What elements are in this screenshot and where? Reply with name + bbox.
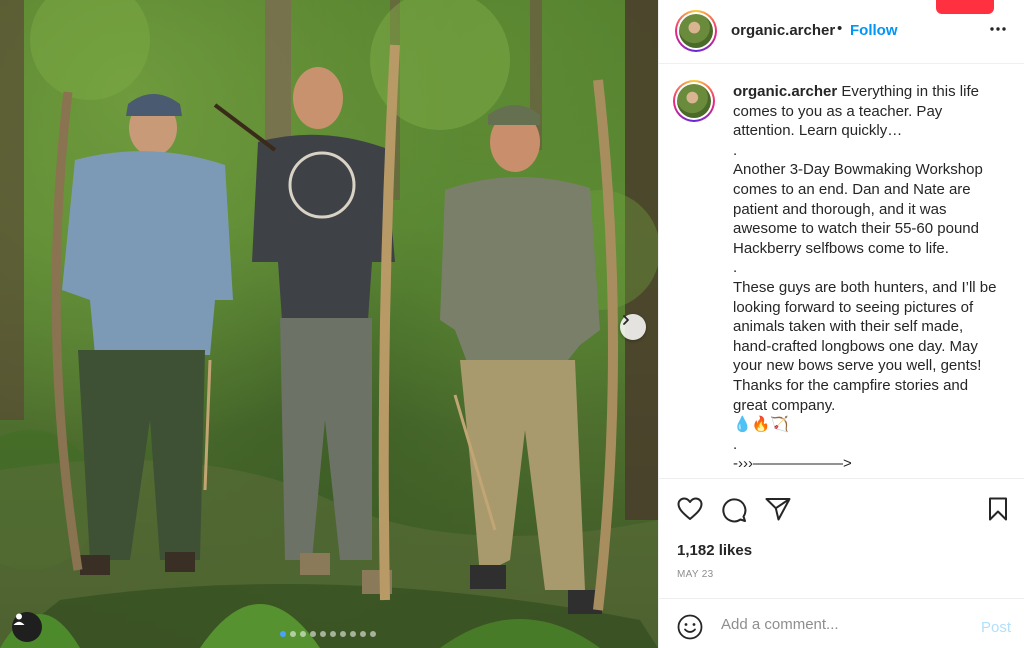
caption-section: organic.archer Everything in this life c…: [659, 66, 1024, 478]
more-options-button[interactable]: [989, 20, 1007, 43]
post-photo[interactable]: [0, 0, 658, 648]
emoji-button[interactable]: [677, 614, 703, 645]
like-button[interactable]: [677, 497, 703, 526]
tagged-users-button[interactable]: [12, 612, 42, 642]
caption-username[interactable]: organic.archer: [733, 83, 837, 100]
carousel-dot: [370, 631, 376, 637]
caption-text: organic.archer Everything in this life c…: [733, 82, 1003, 474]
comment-input[interactable]: [721, 613, 961, 635]
follow-button[interactable]: Follow: [850, 22, 898, 39]
header-avatar[interactable]: [675, 10, 717, 52]
carousel-dot: [340, 631, 346, 637]
carousel-next-button[interactable]: [620, 314, 646, 340]
carousel-dot: [360, 631, 366, 637]
carousel-dot: [280, 631, 286, 637]
header-separator: •: [837, 20, 843, 37]
carousel-dot: [330, 631, 336, 637]
heart-icon: [677, 497, 703, 520]
post-comment-button[interactable]: Post: [981, 619, 1011, 636]
more-horizontal-icon: [990, 27, 1006, 31]
person-icon: [13, 613, 25, 625]
forest-scene: [0, 0, 658, 648]
post-details-panel: organic.archer • Follow organic.archer E…: [658, 0, 1024, 648]
likes-count[interactable]: 1,182 likes: [677, 542, 752, 559]
paper-plane-icon: [765, 498, 791, 521]
header-username[interactable]: organic.archer: [731, 22, 835, 39]
comment-icon: [722, 498, 747, 523]
caption-body: Everything in this life comes to you as …: [733, 83, 997, 473]
carousel-indicator: [280, 631, 376, 637]
post-actions: 1,182 likes MAY 23: [659, 478, 1024, 598]
comment-button[interactable]: [721, 497, 747, 528]
share-button[interactable]: [765, 497, 791, 526]
chevron-right-icon: [623, 315, 629, 325]
carousel-dot: [300, 631, 306, 637]
carousel-dot: [350, 631, 356, 637]
carousel-dot: [310, 631, 316, 637]
bookmark-icon: [989, 497, 1007, 521]
avatar-image: [679, 14, 713, 48]
post-header: organic.archer • Follow: [659, 0, 1024, 64]
post-date[interactable]: MAY 23: [677, 569, 713, 580]
smiley-icon: [677, 614, 703, 640]
comment-bar: Post: [659, 598, 1024, 648]
carousel-dot: [290, 631, 296, 637]
caption-avatar[interactable]: [673, 80, 715, 122]
avatar-image: [677, 84, 711, 118]
carousel-dot: [320, 631, 326, 637]
save-button[interactable]: [987, 497, 1009, 526]
notification-badge[interactable]: [936, 0, 994, 14]
